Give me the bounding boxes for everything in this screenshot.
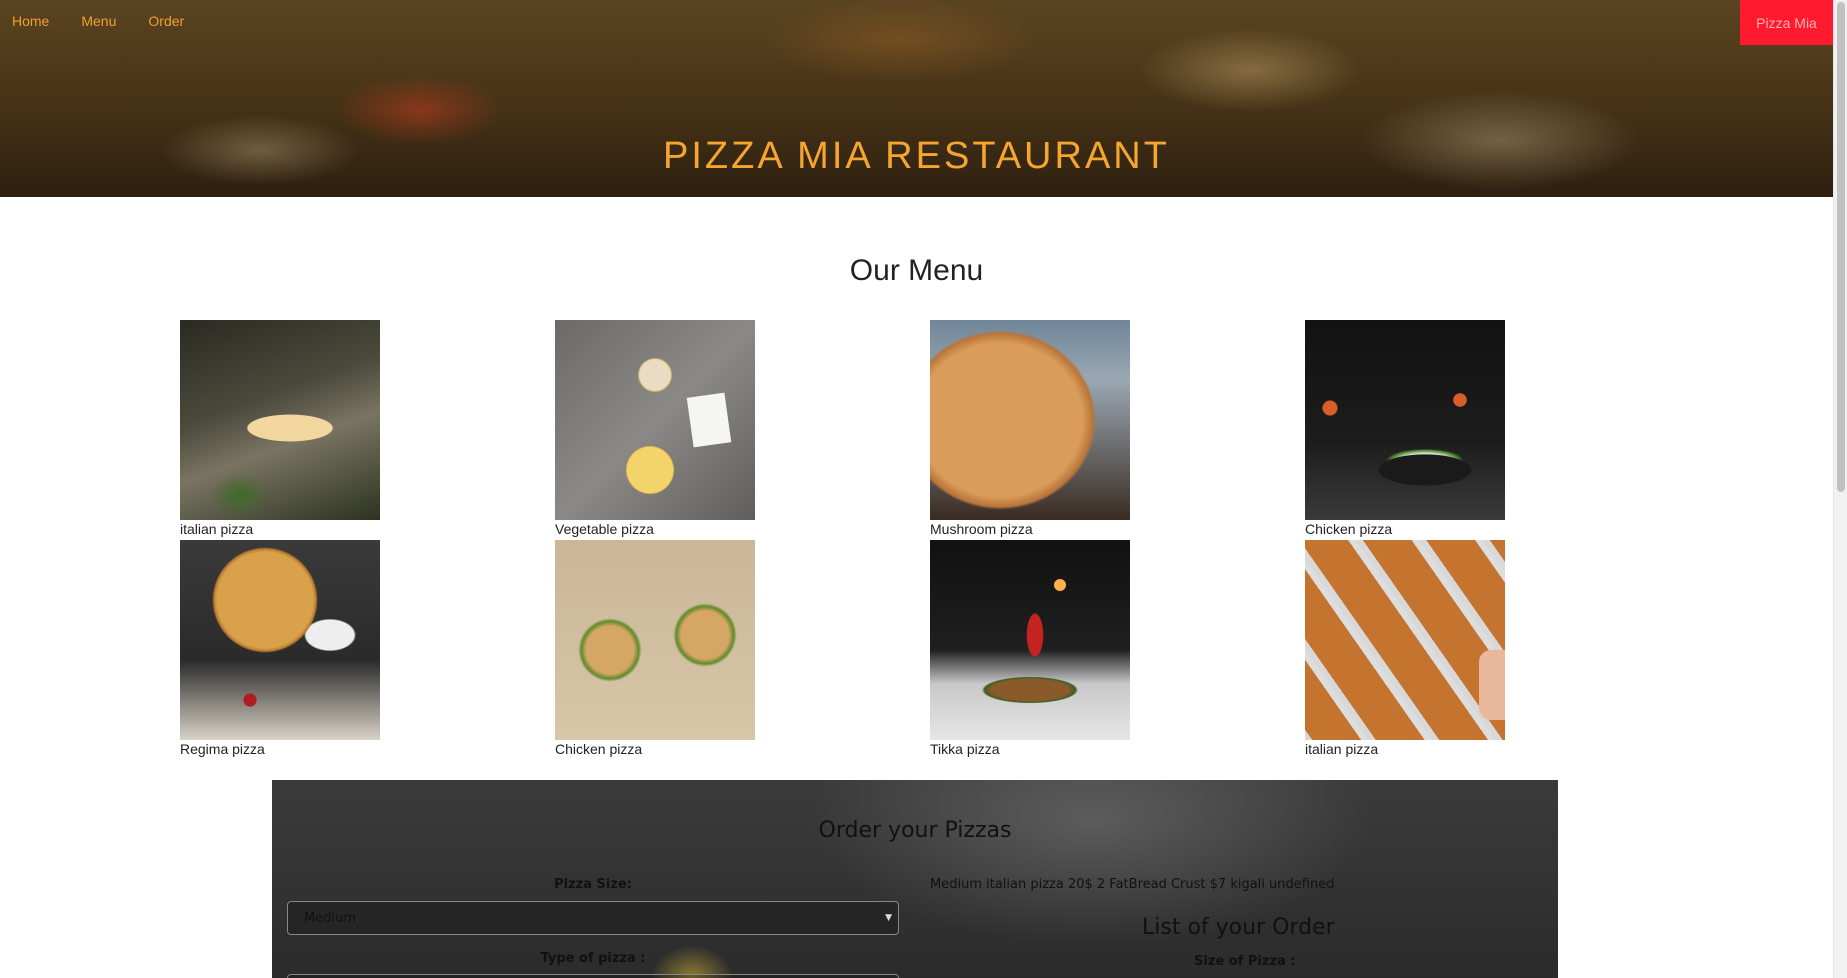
menu-item[interactable]: Chicken pizza: [1305, 320, 1505, 538]
pizza-image: [930, 320, 1130, 520]
menu-item[interactable]: Tikka pizza: [930, 540, 1130, 758]
menu-item-caption: Chicken pizza: [1305, 521, 1393, 537]
order-summary-text: Medium italian pizza 20$ 2 FatBread Crus…: [930, 877, 1335, 892]
pizza-size-value: Medium: [304, 910, 356, 926]
nav-home-link[interactable]: Home: [12, 13, 49, 29]
pizza-image: [180, 320, 380, 520]
pizza-size-select[interactable]: Medium ▼: [287, 901, 899, 935]
menu-item[interactable]: Regima pizza: [180, 540, 380, 758]
menu-item-caption: Mushroom pizza: [930, 521, 1033, 537]
menu-item-caption: italian pizza: [180, 521, 254, 537]
nav-menu-link[interactable]: Menu: [81, 13, 116, 29]
order-section: Order your Pizzas Pizza Size: Medium ▼ T…: [272, 780, 1558, 978]
main-nav: Home Menu Order: [0, 0, 204, 42]
scrollbar-thumb[interactable]: [1837, 2, 1845, 492]
menu-item-caption: Chicken pizza: [555, 741, 643, 757]
page-title: PIZZA MIA RESTAURANT: [663, 135, 1170, 177]
page-scrollbar[interactable]: [1833, 0, 1847, 978]
pizza-image: [555, 320, 755, 520]
menu-item-caption: Vegetable pizza: [555, 521, 654, 537]
order-section-title: Order your Pizzas: [818, 818, 1012, 843]
nav-order-link[interactable]: Order: [148, 13, 184, 29]
order-list-title: List of your Order: [1142, 915, 1335, 940]
menu-item[interactable]: italian pizza: [1305, 540, 1505, 758]
pizza-type-label: Type of pizza :: [540, 951, 646, 966]
pizza-size-label: Pizza Size:: [554, 877, 632, 892]
pizza-type-select[interactable]: [287, 974, 899, 978]
hand-decoration: [1479, 650, 1505, 720]
menu-item-caption: Tikka pizza: [930, 741, 1000, 757]
card-decoration: [686, 392, 732, 448]
pizza-image: [180, 540, 380, 740]
hero-banner: Home Menu Order Pizza Mia PIZZA MIA REST…: [0, 0, 1833, 197]
menu-item[interactable]: italian pizza: [180, 320, 380, 538]
menu-item[interactable]: Chicken pizza: [555, 540, 755, 758]
pizza-image: [1305, 540, 1505, 740]
chevron-down-icon: ▼: [885, 913, 892, 923]
order-list-size-label: Size of Pizza :: [1194, 954, 1296, 969]
brand-button[interactable]: Pizza Mia: [1740, 0, 1833, 45]
menu-item-caption: Regima pizza: [180, 741, 265, 757]
menu-item-caption: italian pizza: [1305, 741, 1379, 757]
pizza-image: [930, 540, 1130, 740]
menu-item[interactable]: Mushroom pizza: [930, 320, 1130, 538]
menu-section-title: Our Menu: [849, 254, 984, 287]
pizza-image: [1305, 320, 1505, 520]
pizza-image: [555, 540, 755, 740]
menu-item[interactable]: Vegetable pizza: [555, 320, 755, 538]
